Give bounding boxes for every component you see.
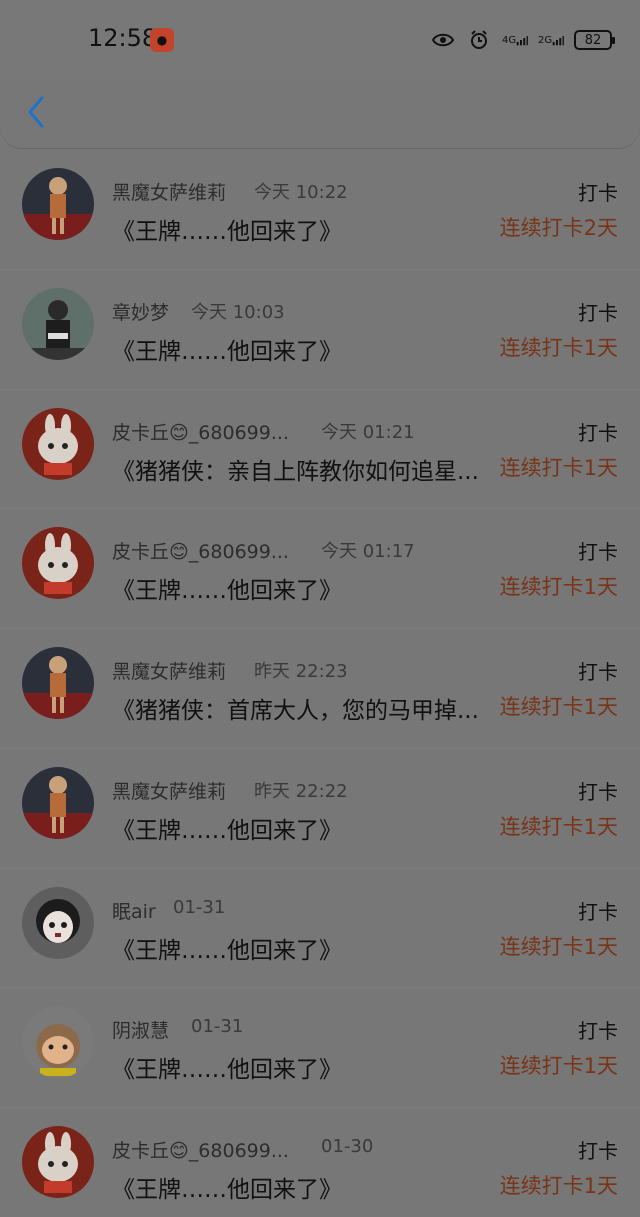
list-item[interactable]: 黑魔女萨维莉 昨天 22:23 打卡 《猪猪侠：首席大人，您的马甲掉... 连续… xyxy=(0,629,640,749)
list-item[interactable]: 阴淑慧 01-31 打卡 《王牌……他回来了》 连续打卡1天 xyxy=(0,988,640,1108)
list-item[interactable]: 黑魔女萨维莉 今天 10:22 打卡 《王牌……他回来了》 连续打卡2天 xyxy=(0,150,640,270)
checkin-time: 今天 01:21 xyxy=(321,421,415,443)
checkin-label: 打卡 xyxy=(578,660,618,684)
username: 章妙梦 xyxy=(112,301,170,324)
avatar[interactable] xyxy=(22,886,94,959)
username: 黑魔女萨维莉 xyxy=(112,661,227,683)
streak-text: 连续打卡1天 xyxy=(499,695,618,719)
list-item[interactable]: 章妙梦 今天 10:03 打卡 《王牌……他回来了》 连续打卡1天 xyxy=(0,270,640,390)
book-title: 《王牌……他回来了》 xyxy=(112,338,342,365)
checkin-time: 今天 10:22 xyxy=(254,182,348,203)
username: 皮卡丘😊_680699... xyxy=(112,541,289,564)
checkin-time: 01-31 xyxy=(173,896,226,918)
book-title: 《王牌……他回来了》 xyxy=(112,219,342,245)
avatar[interactable] xyxy=(22,1126,94,1198)
network-2g-label: 2G xyxy=(538,34,553,46)
book-title: 《猪猪侠：首席大人，您的马甲掉... xyxy=(112,698,479,724)
checkin-time: 昨天 22:23 xyxy=(254,661,348,682)
username: 黑魔女萨维莉 xyxy=(112,182,227,204)
checkin-time: 01-31 xyxy=(191,1016,244,1038)
battery-icon: 82 xyxy=(574,30,615,50)
streak-text: 连续打卡2天 xyxy=(499,216,618,240)
checkin-list: 黑魔女萨维莉 今天 10:22 打卡 《王牌……他回来了》 连续打卡2天 章妙梦… xyxy=(0,150,640,1217)
app-notification-icon: ● xyxy=(150,28,174,52)
eye-icon xyxy=(430,29,456,51)
avatar[interactable] xyxy=(22,168,94,240)
checkin-label: 打卡 xyxy=(578,1139,618,1163)
streak-text: 连续打卡1天 xyxy=(499,1174,618,1198)
list-item[interactable]: 黑魔女萨维莉 昨天 22:22 打卡 《王牌……他回来了》 连续打卡1天 xyxy=(0,749,640,869)
username: 黑魔女萨维莉 xyxy=(112,780,227,803)
streak-text: 连续打卡1天 xyxy=(499,934,618,959)
book-title: 《王牌……他回来了》 xyxy=(112,1057,342,1084)
checkin-label: 打卡 xyxy=(578,1019,618,1044)
avatar[interactable] xyxy=(22,1006,94,1079)
checkin-label: 打卡 xyxy=(578,181,618,205)
network-4g-label: 4G xyxy=(502,34,517,46)
list-item[interactable]: 皮卡丘😊_680699... 今天 01:21 打卡 《猪猪侠：亲自上阵教你如何… xyxy=(0,390,640,510)
top-bar xyxy=(0,80,640,148)
checkin-label: 打卡 xyxy=(578,899,618,924)
username: 眠air xyxy=(112,900,156,923)
checkin-time: 今天 01:17 xyxy=(321,541,415,563)
signal-icon: 4G xyxy=(502,29,528,51)
avatar[interactable] xyxy=(22,647,94,719)
avatar[interactable] xyxy=(22,287,94,360)
status-icons: 4G 2G 82 xyxy=(430,26,615,54)
book-title: 《王牌……他回来了》 xyxy=(112,937,342,964)
book-title: 《王牌……他回来了》 xyxy=(112,817,342,844)
streak-text: 连续打卡1天 xyxy=(499,455,618,480)
back-button[interactable] xyxy=(20,92,52,132)
list-item[interactable]: 眠air 01-31 打卡 《王牌……他回来了》 连续打卡1天 xyxy=(0,869,640,989)
checkin-label: 打卡 xyxy=(578,300,618,325)
checkin-label: 打卡 xyxy=(578,420,618,445)
checkin-time: 今天 10:03 xyxy=(191,301,285,323)
status-bar: 12:58 ● 4G 2G 82 xyxy=(0,0,640,80)
username: 阴淑慧 xyxy=(112,1020,170,1043)
avatar[interactable] xyxy=(22,407,94,480)
username: 皮卡丘😊_680699... xyxy=(112,421,289,444)
streak-text: 连续打卡1天 xyxy=(499,575,618,600)
list-item[interactable]: 皮卡丘😊_680699... 今天 01:17 打卡 《王牌……他回来了》 连续… xyxy=(0,509,640,629)
book-title: 《王牌……他回来了》 xyxy=(112,578,342,605)
signal-icon: 2G xyxy=(538,29,564,51)
checkin-label: 打卡 xyxy=(578,779,618,804)
chevron-left-icon xyxy=(28,96,44,128)
streak-text: 连续打卡1天 xyxy=(499,814,618,839)
avatar[interactable] xyxy=(22,527,94,600)
book-title: 《王牌……他回来了》 xyxy=(112,1177,342,1203)
list-item[interactable]: 皮卡丘😊_680699... 01-30 打卡 《王牌……他回来了》 连续打卡1… xyxy=(0,1108,640,1217)
streak-text: 连续打卡1天 xyxy=(499,335,618,360)
streak-text: 连续打卡1天 xyxy=(499,1054,618,1079)
username: 皮卡丘😊_680699... xyxy=(112,1140,289,1162)
checkin-label: 打卡 xyxy=(578,540,618,565)
alarm-icon xyxy=(466,29,492,51)
avatar[interactable] xyxy=(22,766,94,839)
checkin-time: 01-30 xyxy=(321,1136,374,1157)
status-time: 12:58 xyxy=(88,24,158,52)
book-title: 《猪猪侠：亲自上阵教你如何追星... xyxy=(112,458,479,485)
checkin-time: 昨天 22:22 xyxy=(254,780,348,802)
